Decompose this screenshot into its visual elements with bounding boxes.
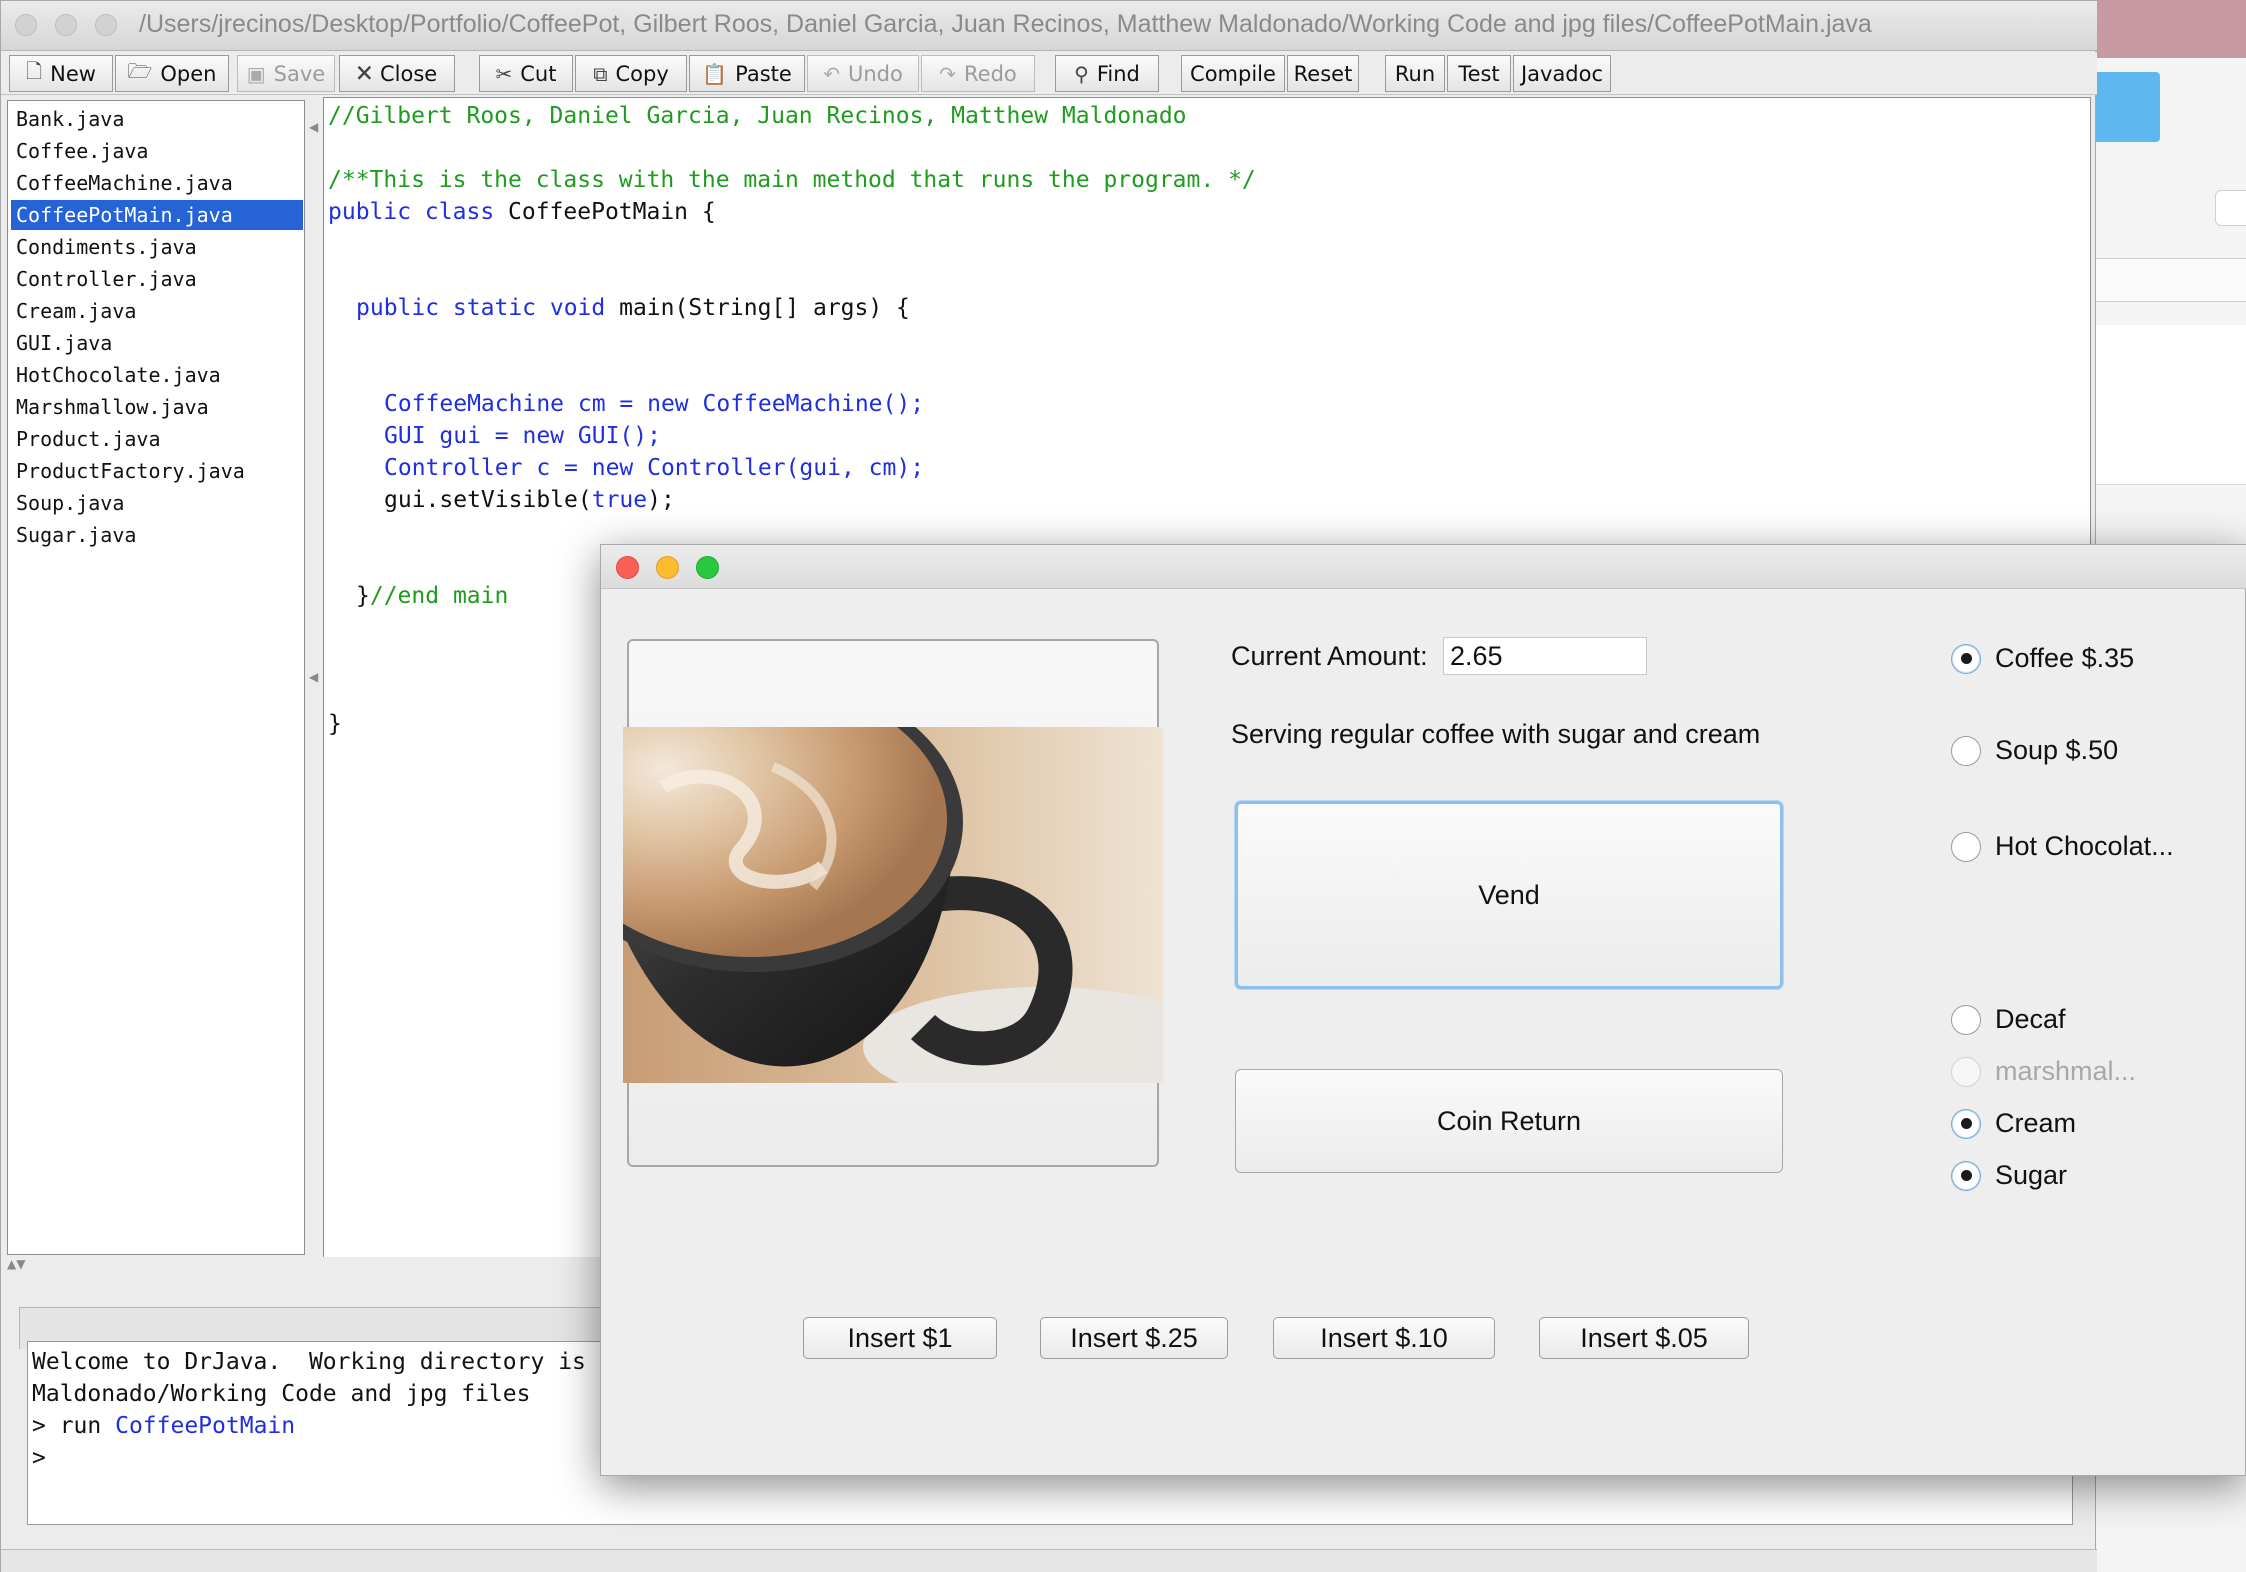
coin-return-button[interactable]: Coin Return <box>1235 1069 1783 1173</box>
file-item[interactable]: Soup.java <box>11 488 303 518</box>
sugar-radio[interactable]: Sugar <box>1951 1160 2067 1191</box>
file-item[interactable]: Condiments.java <box>11 232 303 262</box>
console-line: Maldonado/Working Code and jpg files <box>32 1381 531 1407</box>
file-item[interactable]: Marshmallow.java <box>11 392 303 422</box>
code-line: } <box>328 711 342 737</box>
save-button[interactable]: ▣ Save <box>237 55 335 92</box>
compile-button[interactable]: Compile <box>1181 55 1285 92</box>
close-window-icon[interactable] <box>616 556 639 579</box>
file-item[interactable]: Coffee.java <box>11 136 303 166</box>
collapse-left-icon[interactable]: ◀ <box>309 670 318 684</box>
javadoc-button[interactable]: Javadoc <box>1513 55 1611 92</box>
close-file-icon: 🗙 <box>356 58 372 83</box>
code-line: Controller c = new Controller(gui, cm); <box>384 455 925 481</box>
paste-button[interactable]: 📋 Paste <box>689 55 805 92</box>
close-window-icon[interactable] <box>15 14 37 36</box>
vending-gui-window: Current Amount: 2.65 Serving regular cof… <box>600 544 2246 1476</box>
redo-icon: ↷ <box>939 61 956 86</box>
reset-button[interactable]: Reset <box>1287 55 1359 92</box>
soup-radio[interactable]: Soup $.50 <box>1951 735 2118 766</box>
console-line: Welcome to DrJava. Working directory is <box>32 1349 586 1375</box>
file-item-selected[interactable]: CoffeePotMain.java <box>11 200 303 230</box>
open-button[interactable]: 🗁 Open <box>115 55 229 92</box>
file-item[interactable]: Bank.java <box>11 104 303 134</box>
redo-button[interactable]: ↷ Redo <box>921 55 1035 92</box>
gui-title-bar <box>601 545 2246 589</box>
copy-icon: ⧉ <box>593 61 608 86</box>
run-button[interactable]: Run <box>1385 55 1445 92</box>
code-line: gui.setVisible(true); <box>384 487 675 513</box>
coffee-cup-image <box>623 727 1163 1083</box>
radio-selected-icon <box>1951 643 1981 674</box>
code-line: public static void main(String[] args) { <box>356 295 910 321</box>
zoom-window-icon[interactable] <box>95 14 117 36</box>
file-list: Bank.java Coffee.java CoffeeMachine.java… <box>7 100 305 1255</box>
save-icon: ▣ <box>246 61 266 86</box>
radio-unselected-icon <box>1951 1004 1981 1035</box>
marshmallow-radio[interactable]: marshmal... <box>1951 1056 2136 1087</box>
code-line: /**This is the class with the main metho… <box>328 167 1256 193</box>
insert-dime-button[interactable]: Insert $.10 <box>1273 1317 1495 1359</box>
clipboard-icon: 📋 <box>702 61 728 86</box>
console-line: > run CoffeePotMain <box>32 1413 296 1439</box>
status-bar <box>1 1549 2097 1572</box>
collapse-left-icon[interactable]: ◀ <box>309 120 318 134</box>
scissors-icon: ✂ <box>495 61 513 86</box>
new-file-icon: 🗋 <box>26 58 43 83</box>
test-button[interactable]: Test <box>1447 55 1511 92</box>
minimize-window-icon[interactable] <box>656 556 679 579</box>
file-item[interactable]: HotChocolate.java <box>11 360 303 390</box>
cut-button[interactable]: ✂ Cut <box>479 55 573 92</box>
file-item[interactable]: ProductFactory.java <box>11 456 303 486</box>
file-item[interactable]: Controller.java <box>11 264 303 294</box>
undo-button[interactable]: ↶ Undo <box>807 55 919 92</box>
radio-selected-icon <box>1951 1108 1981 1139</box>
code-line: public class CoffeePotMain { <box>328 199 716 225</box>
current-amount-label: Current Amount: <box>1231 641 1428 671</box>
file-item[interactable]: Sugar.java <box>11 520 303 550</box>
console-prompt: > <box>32 1445 46 1471</box>
file-item[interactable]: CoffeeMachine.java <box>11 168 303 198</box>
decaf-radio[interactable]: Decaf <box>1951 1004 2066 1035</box>
expand-up-icon[interactable]: ▲▼ <box>7 1257 25 1271</box>
window-title: /Users/jrecinos/Desktop/Portfolio/Coffee… <box>139 10 1872 38</box>
open-folder-icon: 🗁 <box>127 58 153 83</box>
status-message: Serving regular coffee with sugar and cr… <box>1231 719 1761 749</box>
code-line: CoffeeMachine cm = new CoffeeMachine(); <box>384 391 925 417</box>
split-pane-divider[interactable]: ◀ ◀ <box>307 100 321 1255</box>
undo-icon: ↶ <box>823 61 840 86</box>
file-item[interactable]: Cream.java <box>11 296 303 326</box>
vend-button[interactable]: Vend <box>1235 801 1783 989</box>
radio-unselected-icon <box>1951 831 1981 862</box>
background-window-panel <box>2090 325 2246 485</box>
close-button[interactable]: 🗙 Close <box>339 55 455 92</box>
drjava-title-bar: /Users/jrecinos/Desktop/Portfolio/Coffee… <box>1 1 2097 51</box>
toolbar: 🗋 New 🗁 Open ▣ Save 🗙 Close ✂ Cut ⧉ Copy 📋 Past… <box>1 52 2097 95</box>
code-line: }//end main <box>356 583 509 609</box>
file-item[interactable]: GUI.java <box>11 328 303 358</box>
insert-nickel-button[interactable]: Insert $.05 <box>1539 1317 1749 1359</box>
radio-unselected-icon <box>1951 735 1981 766</box>
cream-radio[interactable]: Cream <box>1951 1108 2076 1139</box>
coffee-radio[interactable]: Coffee $.35 <box>1951 643 2134 674</box>
insert-quarter-button[interactable]: Insert $.25 <box>1040 1317 1228 1359</box>
background-window-button <box>2215 190 2246 226</box>
copy-button[interactable]: ⧉ Copy <box>575 55 687 92</box>
find-button[interactable]: ⚲ Find <box>1055 55 1159 92</box>
radio-selected-icon <box>1951 1160 1981 1191</box>
code-line: GUI gui = new GUI(); <box>384 423 661 449</box>
current-amount-field[interactable]: 2.65 <box>1443 637 1647 675</box>
minimize-window-icon[interactable] <box>55 14 77 36</box>
background-window-bar <box>2090 258 2246 302</box>
file-item[interactable]: Product.java <box>11 424 303 454</box>
code-line: //Gilbert Roos, Daniel Garcia, Juan Reci… <box>328 103 1187 129</box>
new-button[interactable]: 🗋 New <box>9 55 113 92</box>
radio-disabled-icon <box>1951 1056 1981 1087</box>
hot-chocolate-radio[interactable]: Hot Chocolat... <box>1951 831 2174 862</box>
insert-1-dollar-button[interactable]: Insert $1 <box>803 1317 997 1359</box>
binoculars-icon: ⚲ <box>1074 61 1089 86</box>
zoom-window-icon[interactable] <box>696 556 719 579</box>
